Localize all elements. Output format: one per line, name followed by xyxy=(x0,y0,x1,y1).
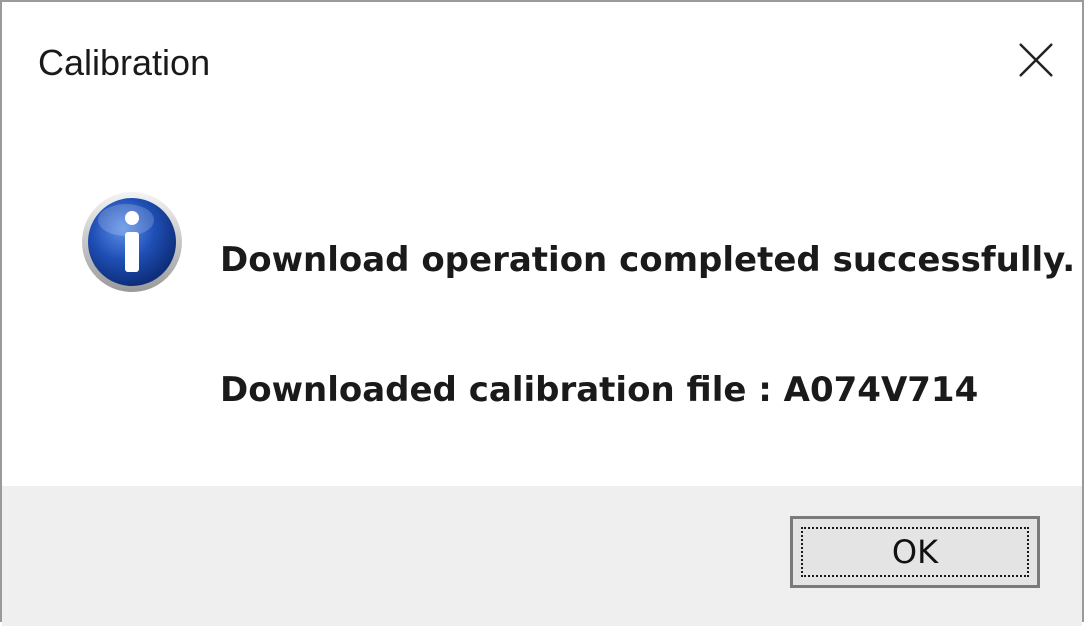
calibration-dialog: Calibration Download operation completed… xyxy=(0,0,1084,626)
title-bar: Calibration xyxy=(2,2,1082,122)
button-bar: OK xyxy=(2,486,1082,626)
info-icon xyxy=(82,192,182,292)
message-area: Download operation completed successfull… xyxy=(2,122,1082,486)
close-icon xyxy=(1019,43,1053,77)
ok-button-label: OK xyxy=(891,533,939,571)
ok-button[interactable]: OK xyxy=(790,516,1040,588)
message-line-1: Download operation completed successfull… xyxy=(220,240,1076,280)
dialog-title: Calibration xyxy=(38,42,211,83)
close-button[interactable] xyxy=(1004,28,1068,92)
message-line-2: Downloaded calibration file : A074V714 xyxy=(220,370,979,410)
